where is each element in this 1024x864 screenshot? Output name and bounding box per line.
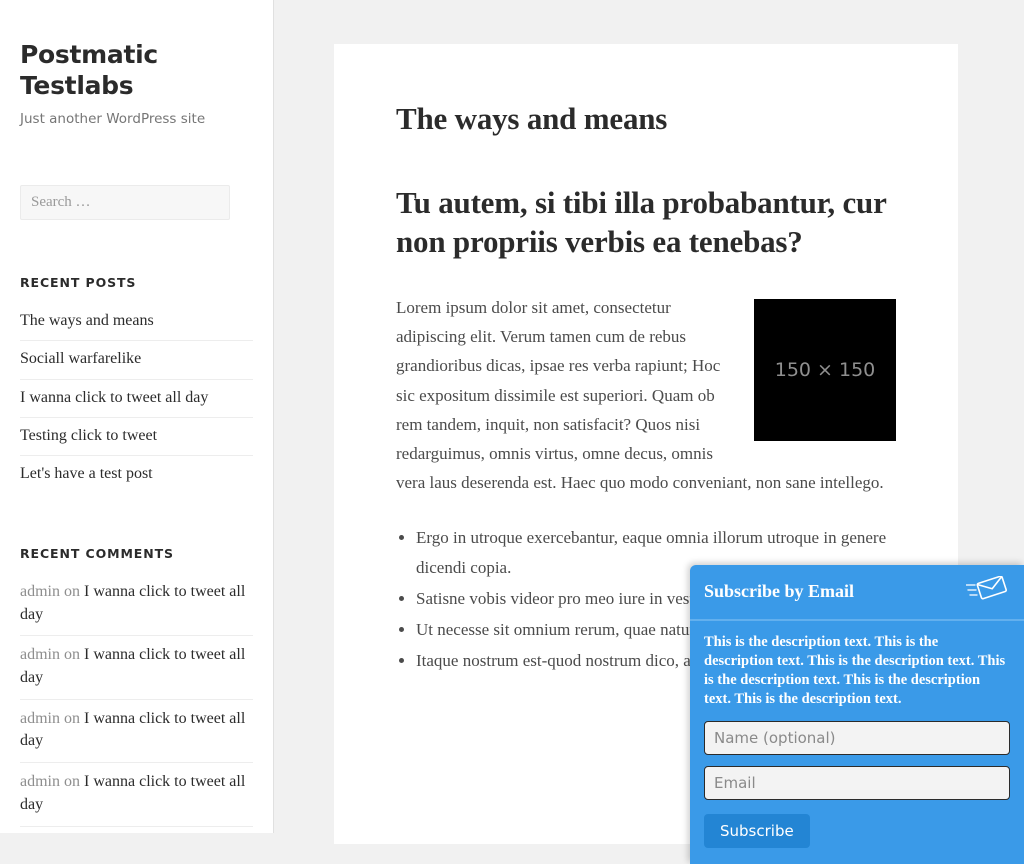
recent-posts-widget: Recent Posts The ways and means Sociall … — [20, 275, 253, 494]
subscribe-button[interactable]: Subscribe — [704, 813, 810, 848]
recent-posts-title: Recent Posts — [20, 274, 137, 290]
comment-author: admin — [20, 773, 60, 791]
envelope-flying-icon — [965, 575, 1008, 607]
recent-post-link[interactable]: I wanna click to tweet all day — [20, 389, 208, 406]
comment-author: admin — [20, 709, 60, 727]
page-title: The ways and means — [396, 101, 668, 136]
list-item[interactable]: admin on I wanna click to tweet all day — [20, 700, 253, 764]
subscribe-description: This is the description text. This is th… — [704, 634, 1006, 708]
search-widget — [20, 184, 253, 220]
recent-post-link[interactable]: Sociall warfarelike — [20, 350, 141, 367]
subscribe-widget-body: This is the description text. This is th… — [690, 621, 1024, 864]
comment-on-label: on — [64, 709, 80, 727]
comment-author: admin — [20, 582, 60, 600]
list-item[interactable]: admin on I wanna click to tweet all day — [20, 636, 253, 700]
subscribe-widget-title: Subscribe by Email — [704, 581, 855, 601]
list-item[interactable]: The ways and means — [20, 304, 253, 342]
list-item[interactable]: Sociall warfarelike — [20, 341, 253, 380]
comment-on-label: on — [64, 582, 80, 600]
search-input[interactable] — [20, 184, 230, 220]
list-item[interactable]: I wanna click to tweet all day — [20, 380, 253, 419]
list-item[interactable]: admin on I wanna click to tweet all day — [20, 575, 253, 637]
recent-comments-widget: Recent Comments admin on I wanna click t… — [20, 546, 253, 833]
sidebar: Postmatic Testlabs Just another WordPres… — [0, 0, 274, 833]
list-item[interactable]: Testing click to tweet — [20, 418, 253, 457]
image-placeholder: 150 × 150 — [754, 298, 896, 441]
list-item[interactable]: admin on I wanna click to tweet all day — [20, 763, 253, 827]
subscribe-widget: Subscribe by Email This is the descripti… — [690, 565, 1024, 864]
recent-post-link[interactable]: The ways and means — [20, 312, 154, 329]
subscriber-name-input[interactable] — [704, 720, 1010, 755]
recent-post-link[interactable]: Testing click to tweet — [20, 427, 157, 444]
subscriber-email-input[interactable] — [704, 765, 1010, 800]
comment-on-label: on — [64, 646, 80, 664]
recent-post-link[interactable]: Let's have a test post — [20, 465, 153, 482]
subscribe-widget-header: Subscribe by Email — [690, 565, 1024, 621]
list-item[interactable]: Let's have a test post — [20, 456, 253, 493]
comment-author: admin — [20, 646, 60, 664]
recent-comments-list: admin on I wanna click to tweet all day … — [20, 575, 253, 833]
entry-subtitle: Tu autem, si tibi illa probabantur, cur … — [396, 184, 887, 259]
site-description: Just another WordPress site — [20, 111, 206, 127]
site-title[interactable]: Postmatic Testlabs — [20, 0, 253, 101]
list-item[interactable]: admin on I wanna click to tweet all day — [20, 827, 253, 833]
comment-on-label: on — [64, 773, 80, 791]
page-root: Postmatic Testlabs Just another WordPres… — [0, 0, 1024, 864]
recent-posts-list: The ways and means Sociall warfarelike I… — [20, 304, 253, 494]
recent-comments-title: Recent Comments — [20, 545, 174, 561]
